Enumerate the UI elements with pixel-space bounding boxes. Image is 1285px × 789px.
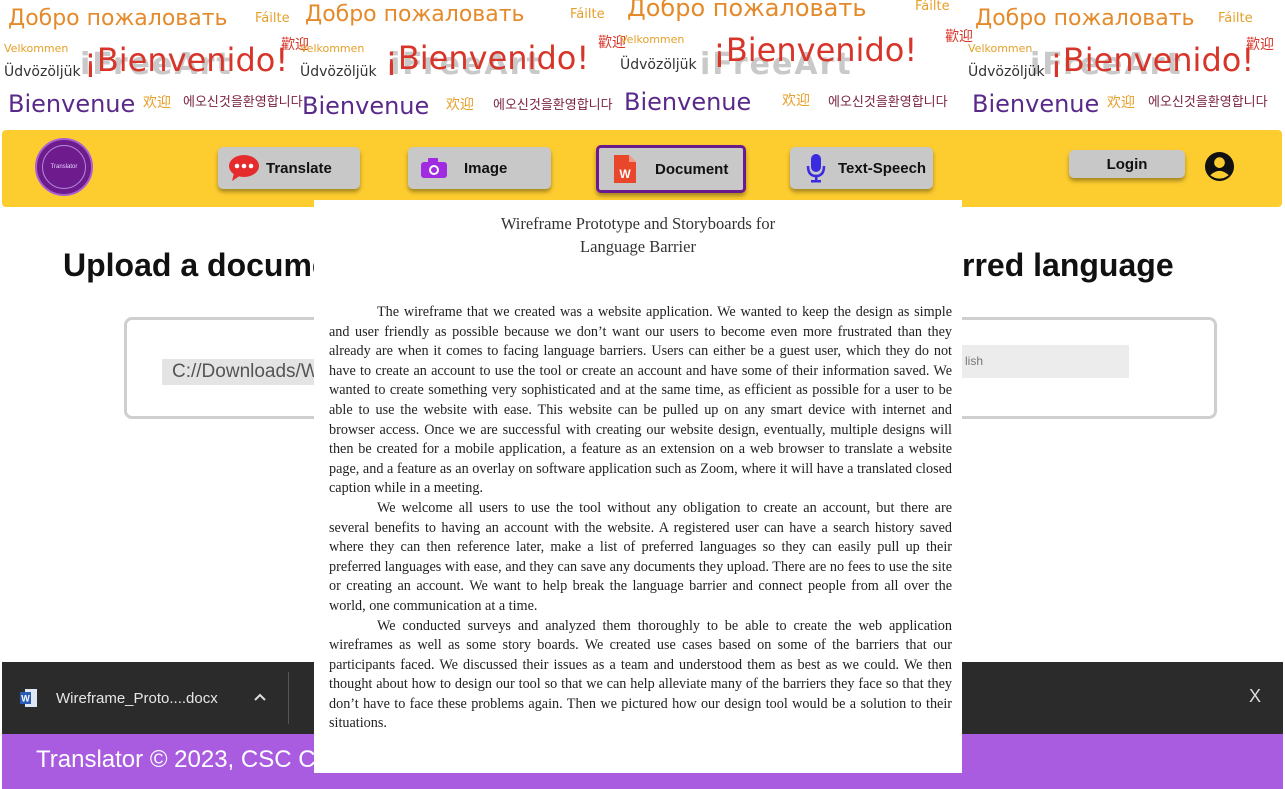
word-document-icon: W: [609, 154, 641, 184]
footer-copyright: Translator © 2023, CSC C: [36, 746, 316, 773]
download-file-name: Wireframe_Proto....docx: [56, 689, 218, 707]
document-paragraph: The wireframe that we created was a webs…: [329, 304, 952, 497]
text-speech-button[interactable]: Text-Speech: [790, 147, 933, 189]
banner-word: Bienvenue: [302, 92, 430, 120]
login-button[interactable]: Login: [1069, 150, 1185, 178]
banner-word: Üdvözöljük: [620, 57, 697, 73]
document-body: The wireframe that we created was a webs…: [329, 303, 952, 734]
banner-word: Velkommen: [300, 42, 365, 55]
banner-word: ¡Bienvenido!: [1050, 41, 1255, 79]
top-navbar: Translator Translate Image W Document Te…: [2, 130, 1282, 207]
svg-text:W: W: [619, 167, 631, 181]
banner-word: Добро пожаловать: [8, 6, 228, 31]
word-file-icon: W: [20, 688, 38, 708]
banner-word: Добро пожаловать: [627, 0, 867, 22]
logo-text: Translator: [42, 145, 86, 189]
banner-word: 에오신것을환영합니다: [828, 95, 948, 110]
camera-icon: [418, 153, 450, 183]
banner-word: ¡Bienvenido!: [713, 31, 918, 69]
banner-word: 歡迎: [1246, 37, 1274, 53]
banner-word: 欢迎: [143, 95, 171, 111]
banner-word: Velkommen: [4, 42, 69, 55]
microphone-icon: [800, 153, 832, 183]
banner-word: Üdvözöljük: [300, 64, 377, 80]
image-button[interactable]: Image: [408, 147, 551, 189]
chat-bubble-icon: [228, 153, 260, 183]
banner-word: Добро пожаловать: [975, 6, 1195, 31]
banner-word: 에오신것을환영합니다: [1148, 95, 1268, 110]
document-button[interactable]: W Document: [596, 145, 746, 193]
page-heading-right: rred language: [962, 247, 1174, 283]
user-circle-icon[interactable]: [1204, 151, 1235, 182]
banner-word: Добро пожаловать: [305, 2, 525, 27]
language-select[interactable]: lish: [957, 345, 1129, 378]
document-preview: Wireframe Prototype and Storyboards for …: [314, 200, 962, 773]
banner-word: Üdvözöljük: [4, 64, 81, 80]
banner-word: 欢迎: [1107, 95, 1135, 111]
banner-word: Fáilte: [570, 7, 605, 22]
banner-word: Üdvözöljük: [968, 64, 1045, 80]
document-paragraph: We conducted surveys and analyzed them t…: [329, 617, 952, 732]
banner-word: 欢迎: [782, 93, 810, 109]
banner-word: Bienvenue: [8, 90, 136, 118]
divider: [288, 672, 289, 724]
text-speech-button-label: Text-Speech: [838, 159, 927, 177]
banner-word: Fáilte: [255, 11, 290, 26]
file-path-field[interactable]: C://Downloads/W: [162, 359, 322, 385]
document-title: Wireframe Prototype and Storyboards for …: [314, 212, 962, 258]
banner-word: 에오신것을환영합니다: [493, 98, 613, 113]
banner-word: Bienvenue: [972, 90, 1100, 118]
translate-button[interactable]: Translate: [218, 147, 360, 189]
document-paragraph: We welcome all users to use the tool wit…: [329, 499, 952, 614]
image-button-label: Image: [464, 159, 508, 177]
download-item[interactable]: W Wireframe_Proto....docx: [2, 662, 294, 734]
banner-word: Fáilte: [1218, 11, 1253, 26]
document-title-line: Language Barrier: [580, 237, 696, 256]
banner-word: Velkommen: [620, 33, 685, 46]
banner-word: ¡Bienvenido!: [385, 39, 590, 77]
app-logo[interactable]: Translator: [35, 138, 93, 196]
translate-button-label: Translate: [266, 159, 332, 177]
banner-word: Velkommen: [968, 42, 1033, 55]
banner-word: Bienvenue: [624, 88, 752, 116]
close-download-bar-button[interactable]: X: [1249, 686, 1261, 707]
document-button-label: Document: [655, 160, 729, 178]
chevron-up-icon[interactable]: [252, 689, 268, 705]
banner-word: 欢迎: [446, 97, 474, 113]
banner-word: 에오신것을환영합니다: [183, 95, 303, 110]
svg-text:W: W: [21, 694, 30, 704]
banner-word: Fáilte: [915, 0, 950, 14]
welcome-banner: Добро пожаловать Fáilte Добро пожаловать…: [0, 0, 1285, 132]
document-title-line: Wireframe Prototype and Storyboards for: [500, 214, 776, 233]
banner-word: ¡Bienvenido!: [84, 41, 289, 79]
page-heading-left: Upload a docume: [63, 247, 330, 283]
